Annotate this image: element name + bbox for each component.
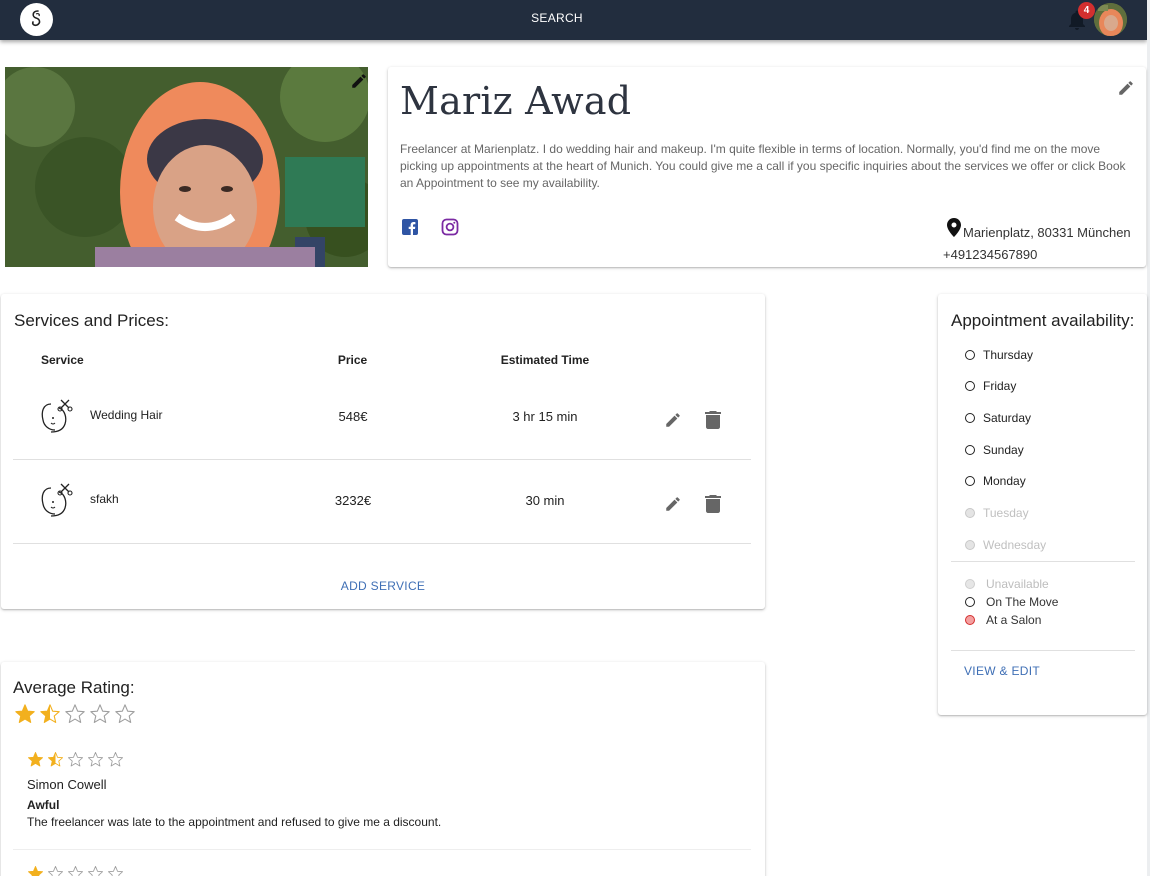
delete-service-trash-icon[interactable] — [705, 411, 721, 429]
star-icon — [115, 704, 135, 723]
legend-swatch — [965, 615, 975, 625]
edit-profile-pencil-icon[interactable] — [1117, 79, 1135, 97]
availability-title: Appointment availability: — [951, 311, 1135, 330]
star-icon — [90, 704, 110, 723]
legend-on-the-move: On The Move — [965, 595, 1058, 609]
notification-badge: 4 — [1078, 2, 1095, 19]
star-icon — [87, 751, 104, 767]
service-time: 30 min — [525, 493, 565, 508]
edit-service-pencil-icon[interactable] — [664, 411, 682, 429]
radio-button[interactable] — [965, 350, 975, 360]
instagram-icon[interactable] — [441, 218, 459, 236]
star-icon — [47, 865, 64, 876]
radio-button[interactable] — [965, 445, 975, 455]
service-name: sfakh — [90, 492, 119, 506]
day-label: Friday — [983, 379, 1017, 393]
add-service-button[interactable]: ADD SERVICE — [1, 579, 765, 593]
view-edit-button[interactable]: VIEW & EDIT — [964, 664, 1040, 678]
profile-info-card: Mariz Awad Freelancer at Marienplatz. I … — [388, 67, 1146, 267]
profile-bio: Freelancer at Marienplatz. I do wedding … — [400, 142, 1126, 190]
facebook-icon[interactable] — [402, 219, 418, 235]
services-title: Services and Prices: — [14, 311, 169, 330]
legend-at-a-salon: At a Salon — [965, 613, 1041, 627]
star-icon — [87, 865, 104, 876]
review-title: Awful — [27, 798, 60, 812]
star-icon — [15, 704, 35, 723]
average-rating-stars — [14, 703, 139, 725]
star-icon — [107, 751, 124, 767]
user-avatar[interactable] — [1094, 3, 1127, 36]
review-stars — [27, 751, 127, 768]
day-label: Saturday — [983, 411, 1032, 425]
hairdresser-icon — [41, 399, 73, 433]
star-icon — [27, 751, 44, 767]
day-friday[interactable]: Friday — [965, 379, 1016, 393]
hairdresser-icon — [41, 483, 73, 517]
star-icon — [65, 704, 85, 723]
star-icon — [27, 865, 44, 876]
profile-name: Mariz Awad — [400, 79, 632, 123]
service-time: 3 hr 15 min — [512, 409, 578, 424]
column-header-price: Price — [337, 353, 368, 367]
availability-divider — [951, 650, 1135, 651]
day-sunday[interactable]: Sunday — [965, 443, 1024, 457]
day-thursday[interactable]: Thursday — [965, 348, 1033, 362]
delete-service-trash-icon[interactable] — [705, 495, 721, 513]
service-name: Wedding Hair — [90, 408, 163, 422]
availability-divider — [951, 561, 1135, 562]
profile-photo-image — [5, 67, 368, 267]
location-pin-icon — [947, 218, 961, 237]
radio-button — [965, 508, 975, 518]
table-row: sfakh 3232€ 30 min — [13, 460, 751, 544]
edit-photo-pencil-icon[interactable] — [350, 72, 368, 90]
table-row: Wedding Hair 548€ 3 hr 15 min — [13, 376, 751, 460]
edit-service-pencil-icon[interactable] — [664, 495, 682, 513]
review-divider — [13, 849, 751, 850]
service-price: 548€ — [338, 409, 368, 424]
profile-phone: +491234567890 — [943, 247, 1038, 262]
day-label: Sunday — [983, 443, 1024, 457]
services-card: Services and Prices: Service Price Estim… — [1, 294, 765, 609]
avatar-image — [1094, 3, 1127, 36]
rating-card: Average Rating: Simon Cowell Awful The f… — [1, 662, 765, 876]
star-icon — [107, 865, 124, 876]
star-icon — [67, 865, 84, 876]
day-label: Thursday — [983, 348, 1034, 362]
day-label: Wednesday — [983, 538, 1047, 552]
day-tuesday: Tuesday — [965, 506, 1029, 520]
star-icon — [40, 704, 60, 723]
day-monday[interactable]: Monday — [965, 474, 1026, 488]
radio-button — [965, 540, 975, 550]
column-header-estimated-time: Estimated Time — [500, 353, 590, 367]
legend-unavailable: Unavailable — [965, 577, 1049, 591]
star-icon — [47, 751, 64, 767]
review-text: The freelancer was late to the appointme… — [27, 815, 442, 829]
review-stars — [27, 865, 127, 876]
average-rating-title: Average Rating: — [13, 678, 135, 697]
service-price: 3232€ — [334, 493, 372, 508]
radio-button[interactable] — [965, 476, 975, 486]
day-label: Tuesday — [983, 506, 1029, 520]
star-icon — [67, 751, 84, 767]
column-header-service: Service — [41, 353, 84, 367]
legend-label: Unavailable — [986, 577, 1049, 591]
day-saturday[interactable]: Saturday — [965, 411, 1031, 425]
legend-swatch — [965, 597, 975, 607]
reviewer-name: Simon Cowell — [27, 777, 107, 792]
app-logo[interactable] — [20, 3, 53, 36]
availability-card: Appointment availability: Thursday Frida… — [938, 294, 1147, 715]
legend-label: At a Salon — [986, 613, 1042, 627]
profile-address: Marienplatz, 80331 München — [963, 225, 1131, 240]
radio-button[interactable] — [965, 381, 975, 391]
day-label: Monday — [983, 474, 1026, 488]
profile-photo — [5, 67, 368, 267]
search-button[interactable]: SEARCH — [507, 11, 607, 25]
day-wednesday: Wednesday — [965, 538, 1046, 552]
logo-icon — [31, 9, 40, 26]
legend-label: On The Move — [986, 595, 1059, 609]
legend-swatch — [965, 579, 975, 589]
top-app-bar: SEARCH 4 — [0, 0, 1147, 40]
radio-button[interactable] — [965, 413, 975, 423]
